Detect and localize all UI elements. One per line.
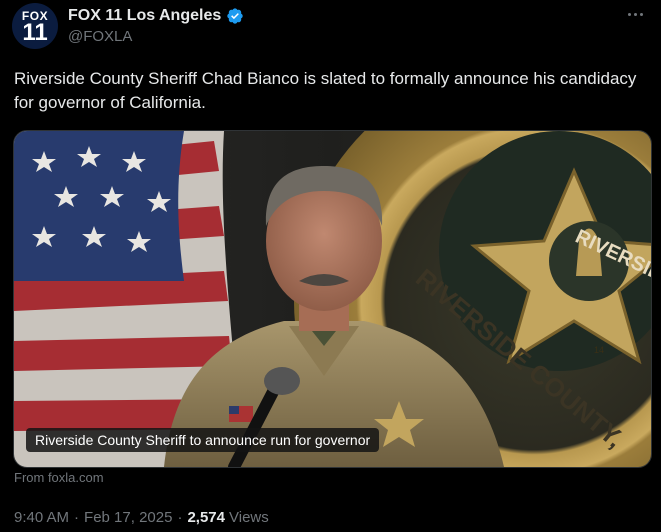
avatar[interactable]: FOX 11 <box>12 3 58 49</box>
avatar-logo-bottom: 11 <box>22 19 48 46</box>
dot <box>639 12 643 16</box>
author-row: FOX 11 Los Angeles <box>68 5 244 27</box>
star-number: 14 <box>594 345 604 355</box>
tweet-meta: 9:40 AM · Feb 17, 2025 · 2,574 Views <box>14 509 269 526</box>
verified-badge-icon[interactable] <box>226 7 244 25</box>
separator: · <box>74 509 80 526</box>
media-caption: Riverside County Sheriff to announce run… <box>26 428 380 452</box>
link-source[interactable]: From foxla.com <box>14 470 104 485</box>
timestamp-date[interactable]: Feb 17, 2025 <box>84 509 172 526</box>
news-still-illustration: 14 RIVERSIDE CO RIVERSIDE COUNTY, <box>14 131 651 467</box>
views-count: 2,574 <box>187 509 225 526</box>
separator: · <box>177 509 183 526</box>
tweet-text: Riverside County Sheriff Chad Bianco is … <box>14 69 637 112</box>
handle[interactable]: @FOXLA <box>68 28 132 45</box>
display-name[interactable]: FOX 11 Los Angeles <box>68 7 221 25</box>
media-image[interactable]: 14 RIVERSIDE CO RIVERSIDE COUNTY, <box>13 130 652 468</box>
timestamp-time[interactable]: 9:40 AM <box>14 509 69 526</box>
dot <box>627 12 631 16</box>
more-options-icon[interactable] <box>623 4 647 24</box>
dot <box>633 12 637 16</box>
views-label: Views <box>229 509 269 526</box>
